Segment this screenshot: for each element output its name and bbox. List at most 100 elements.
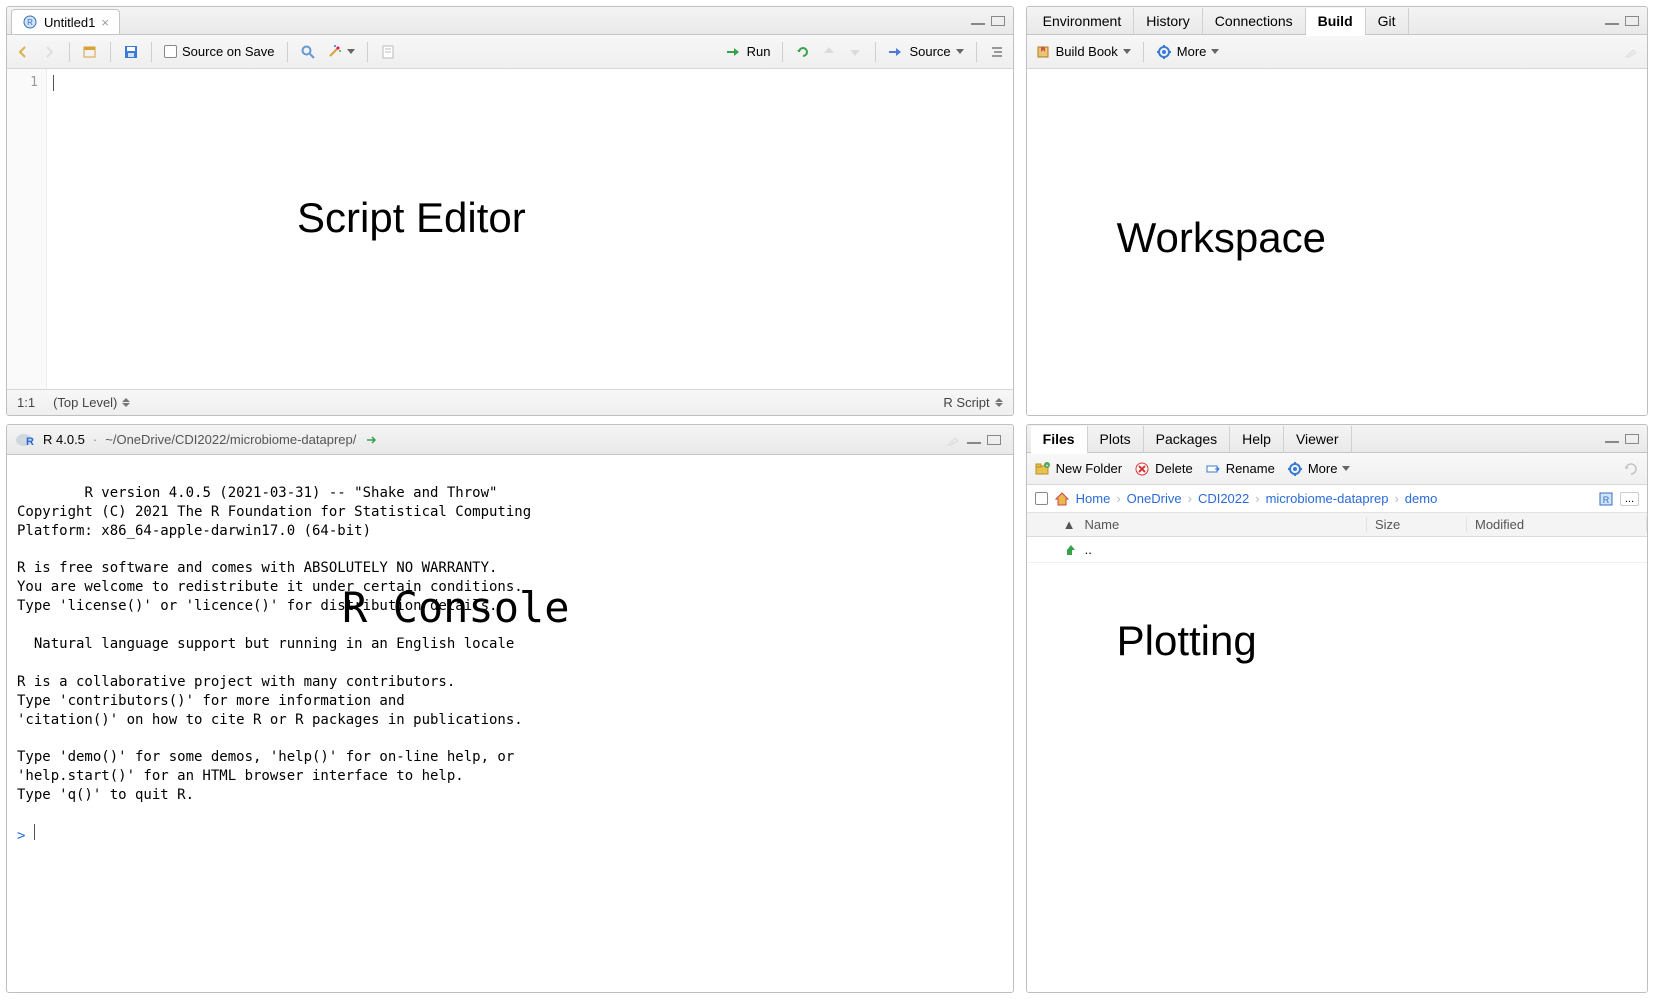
breadcrumb-onedrive[interactable]: OneDrive [1127,491,1182,506]
minimize-pane-icon[interactable] [971,23,985,25]
r-file-icon: R [22,14,38,30]
outline-button[interactable] [989,44,1005,60]
chevron-right-icon: › [1188,491,1192,506]
tab-viewer[interactable]: Viewer [1284,426,1352,452]
chevron-right-icon: › [1116,491,1120,506]
rerun-button[interactable] [795,44,811,60]
console-output: R version 4.0.5 (2021-03-31) -- "Shake a… [17,485,531,803]
tab-history[interactable]: History [1134,8,1203,34]
clear-console-icon[interactable] [945,432,961,448]
editor-statusbar: 1:1 (Top Level) R Script [7,389,1013,415]
console-pane: R R 4.0.5 · ~/OneDrive/CDI2022/microbiom… [6,424,1014,993]
editor-tab-label: Untitled1 [44,15,95,30]
home-icon[interactable] [1054,491,1070,507]
forward-button[interactable] [41,44,57,60]
minimize-pane-icon[interactable] [967,442,981,444]
updown-icon [995,398,1003,407]
parent-dir-row[interactable]: .. [1027,537,1647,563]
breadcrumb-demo[interactable]: demo [1405,491,1438,506]
svg-text:R: R [27,18,33,27]
editor-tab-untitled1[interactable]: R Untitled1 × [11,9,120,34]
console-body[interactable]: R version 4.0.5 (2021-03-31) -- "Shake a… [7,455,1013,992]
chevron-right-icon: › [1255,491,1259,506]
chevron-down-icon [1123,49,1131,54]
up-arrow-icon [1063,542,1079,558]
tab-git[interactable]: Git [1366,8,1409,34]
files-table-head: ▲ Name Size Modified [1027,513,1647,537]
maximize-pane-icon[interactable] [1625,434,1639,444]
code-area[interactable] [47,69,1013,389]
tab-build[interactable]: Build [1306,8,1366,36]
col-name[interactable]: ▲ Name [1055,517,1367,532]
svg-text:R: R [26,436,34,448]
build-body: Workspace [1027,69,1647,415]
editor-toolbar: Source on Save Run [7,35,1013,69]
build-book-button[interactable]: Build Book [1035,44,1131,60]
overlay-plotting: Plotting [1117,617,1257,665]
goto-dir-icon[interactable] [364,432,380,448]
sort-asc-icon: ▲ [1063,517,1076,532]
go-up-button[interactable] [821,44,837,60]
tab-plots[interactable]: Plots [1088,426,1144,452]
col-size[interactable]: Size [1367,517,1467,532]
line-gutter: 1 [7,69,47,389]
tab-help[interactable]: Help [1230,426,1284,452]
files-toolbar: + New Folder Delete Rename More [1027,453,1647,485]
maximize-pane-icon[interactable] [987,435,1001,445]
tab-packages[interactable]: Packages [1144,426,1230,452]
minimize-pane-icon[interactable] [1605,441,1619,443]
editor-tabbar: R Untitled1 × [7,7,1013,35]
breadcrumb-cdi2022[interactable]: CDI2022 [1198,491,1249,506]
tab-files[interactable]: Files [1031,426,1088,454]
path-ellipsis[interactable]: ... [1620,492,1639,506]
maximize-pane-icon[interactable] [991,16,1005,26]
console-prompt: > [17,828,25,844]
console-header: R R 4.0.5 · ~/OneDrive/CDI2022/microbiom… [7,425,1013,455]
show-in-new-window-button[interactable] [82,44,98,60]
build-toolbar: Build Book More [1027,35,1647,69]
source-on-save-checkbox[interactable]: Source on Save [164,44,275,59]
delete-button[interactable]: Delete [1134,461,1193,477]
clear-build-icon[interactable] [1623,44,1639,60]
refresh-files-icon[interactable] [1623,461,1639,477]
run-button[interactable]: Run [726,44,771,60]
back-button[interactable] [15,44,31,60]
new-folder-button[interactable]: + New Folder [1035,461,1122,477]
rename-button[interactable]: Rename [1205,461,1275,477]
tab-connections[interactable]: Connections [1203,8,1306,34]
rproj-icon[interactable]: R [1598,491,1614,507]
tab-environment[interactable]: Environment [1031,8,1135,34]
magic-wand-button[interactable] [326,44,355,60]
chevron-down-icon [1211,49,1219,54]
files-pane: Files Plots Packages Help Viewer + New F… [1026,424,1648,993]
more-files-button[interactable]: More [1287,461,1351,477]
source-button[interactable]: Source [888,44,963,60]
more-build-button[interactable]: More [1156,44,1220,60]
script-editor-pane: R Untitled1 × [6,6,1014,416]
breadcrumb-microbiome[interactable]: microbiome-dataprep [1266,491,1389,506]
working-dir: ~/OneDrive/CDI2022/microbiome-dataprep/ [105,432,356,447]
overlay-workspace: Workspace [1117,214,1326,262]
file-type-selector[interactable]: R Script [943,395,1002,410]
report-button[interactable] [380,44,396,60]
minimize-pane-icon[interactable] [1605,23,1619,25]
breadcrumb-home[interactable]: Home [1076,491,1111,506]
editor-body[interactable]: 1 Script Editor [7,69,1013,389]
find-button[interactable] [300,44,316,60]
r-logo-icon: R [15,432,35,448]
close-tab-icon[interactable]: × [101,15,109,30]
scope-selector[interactable]: (Top Level) [53,395,130,410]
files-tabbar: Files Plots Packages Help Viewer [1027,425,1647,453]
chevron-down-icon [347,49,355,54]
col-modified[interactable]: Modified [1467,517,1647,532]
chevron-down-icon [1342,466,1350,471]
cursor-position: 1:1 [17,395,35,410]
save-button[interactable] [123,44,139,60]
r-version: R 4.0.5 [43,432,85,447]
maximize-pane-icon[interactable] [1625,16,1639,26]
chevron-right-icon: › [1394,491,1398,506]
chevron-down-icon [956,49,964,54]
checkbox-icon [164,45,177,58]
select-all-checkbox[interactable] [1035,492,1048,505]
go-down-button[interactable] [847,44,863,60]
